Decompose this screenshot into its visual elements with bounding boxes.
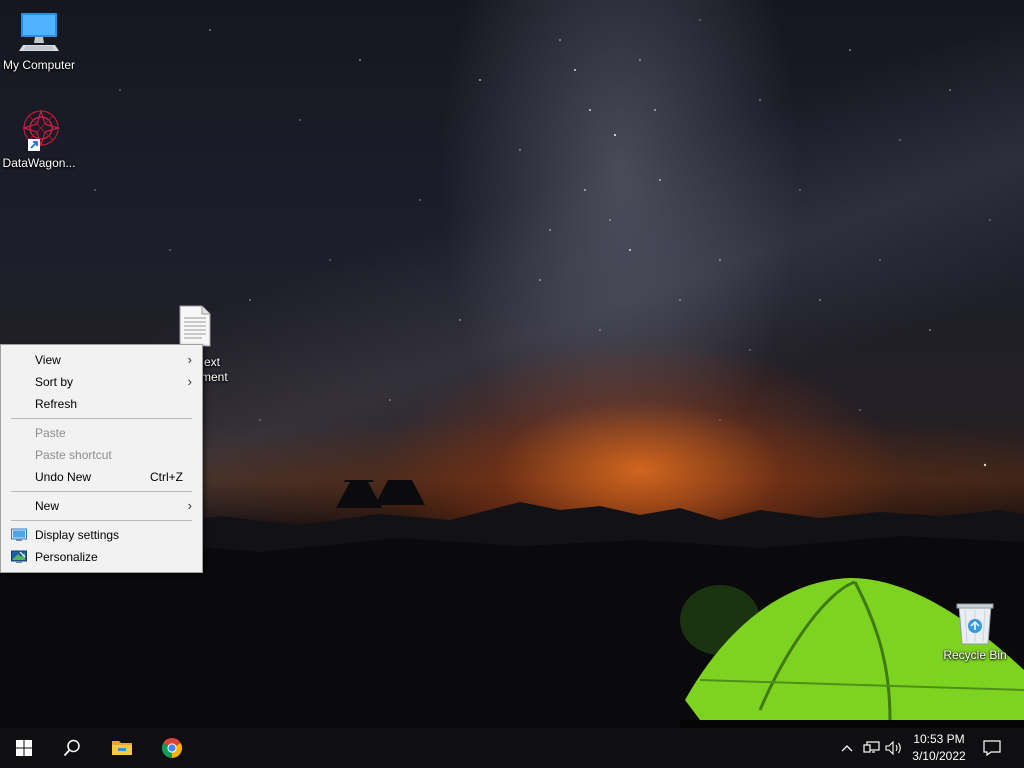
menu-item-undo-new[interactable]: Undo New Ctrl+Z (1, 466, 202, 488)
text-document-label-line1: ext (204, 355, 221, 369)
menu-item-label: Display settings (35, 528, 120, 542)
network-icon (862, 741, 880, 753)
submenu-arrow-icon: › (187, 352, 192, 367)
text-document-icon (179, 305, 211, 347)
network-button[interactable] (861, 728, 881, 768)
show-hidden-icons-button[interactable] (838, 728, 856, 768)
chrome-icon (161, 737, 183, 759)
menu-item-label: Refresh (35, 397, 78, 411)
menu-separator (11, 418, 192, 419)
search-button[interactable] (48, 728, 96, 768)
menu-item-label: Personalize (35, 550, 98, 564)
submenu-arrow-icon: › (187, 498, 192, 513)
notification-icon (983, 740, 1001, 756)
menu-item-display-settings[interactable]: Display settings (1, 524, 202, 546)
desktop-icon-datawagon[interactable]: DataWagon... (0, 106, 78, 171)
monitor-icon (19, 13, 59, 51)
chrome-button[interactable] (148, 728, 196, 768)
menu-item-label: Paste shortcut (35, 448, 112, 462)
menu-separator (11, 491, 192, 492)
menu-item-paste-shortcut: Paste shortcut (1, 444, 202, 466)
menu-item-shortcut: Ctrl+Z (150, 470, 183, 484)
clock-time: 10:53 PM (913, 732, 965, 746)
desktop-icon-label: DataWagon... (2, 156, 76, 170)
file-explorer-button[interactable] (98, 728, 146, 768)
menu-separator (11, 520, 192, 521)
menu-item-view[interactable]: View › (1, 349, 202, 371)
menu-item-refresh[interactable]: Refresh (1, 393, 202, 415)
menu-item-label: Paste (35, 426, 66, 440)
taskbar: 10:53 PM 3/10/2022 (0, 728, 1024, 768)
action-center-button[interactable] (980, 728, 1004, 768)
menu-item-personalize[interactable]: Personalize (1, 546, 202, 568)
desktop-icon-recycle-bin[interactable]: Recycle Bin (936, 600, 1014, 663)
desktop-icon-my-computer[interactable]: My Computer (0, 8, 78, 73)
file-explorer-icon (112, 741, 132, 755)
start-icon (16, 740, 32, 756)
menu-item-new[interactable]: New › (1, 495, 202, 517)
desktop-context-menu: View › Sort by › Refresh Paste Paste sho… (0, 344, 203, 573)
menu-item-label: Undo New (35, 470, 92, 484)
recycle-bin-icon (956, 603, 994, 645)
clock-date: 3/10/2022 (912, 749, 966, 763)
menu-item-label: Sort by (35, 375, 74, 389)
search-icon (63, 739, 80, 757)
start-button[interactable] (0, 728, 48, 768)
desktop-icon-label: My Computer (2, 58, 76, 72)
menu-item-label: New (35, 499, 60, 513)
desktop-icon-label: Recycle Bin (943, 648, 1007, 662)
display-settings-icon (11, 528, 27, 541)
submenu-arrow-icon: › (187, 374, 192, 389)
menu-item-sort-by[interactable]: Sort by › (1, 371, 202, 393)
menu-item-paste: Paste (1, 422, 202, 444)
menu-item-label: View (35, 353, 61, 367)
text-document-label-line2: ment (201, 370, 228, 384)
personalize-icon (11, 550, 27, 563)
taskbar-clock[interactable]: 10:53 PM 3/10/2022 (900, 731, 978, 765)
chevron-up-icon (841, 745, 853, 752)
datawagon-shortcut-icon (21, 108, 61, 151)
